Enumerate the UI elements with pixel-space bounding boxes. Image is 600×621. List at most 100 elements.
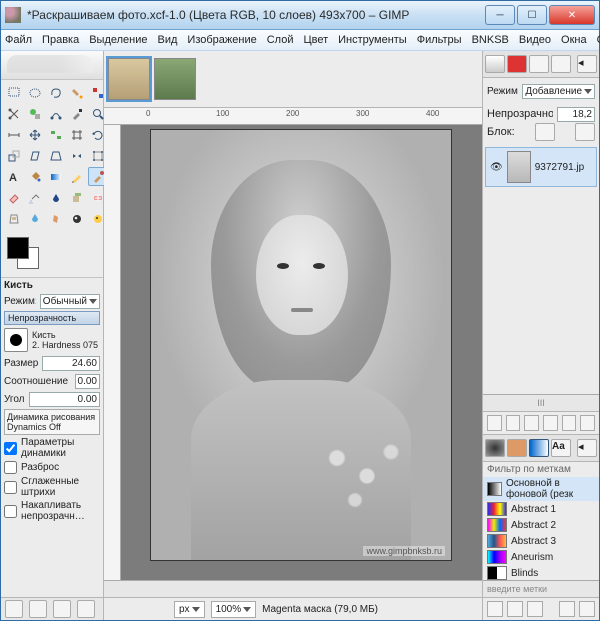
foreground-color[interactable] xyxy=(7,237,29,259)
menu-color[interactable]: Цвет xyxy=(303,34,328,46)
menu-file[interactable]: Файл xyxy=(5,34,32,46)
jitter-checkbox[interactable] xyxy=(4,461,17,474)
image-tab-1[interactable] xyxy=(108,58,150,100)
dynamics-params-checkbox[interactable] xyxy=(4,442,17,455)
title-bar[interactable]: *Раскрашиваем фото.xcf-1.0 (Цвета RGB, 1… xyxy=(1,1,599,30)
text-tool[interactable]: A xyxy=(4,167,23,186)
menu-filters[interactable]: Фильтры xyxy=(417,34,462,46)
dynamics-value[interactable]: Dynamics Off xyxy=(7,422,97,432)
image-tab-2[interactable] xyxy=(154,58,196,100)
grad-dup-icon[interactable] xyxy=(527,601,543,617)
panel-menu-icon[interactable]: ◂ xyxy=(577,55,597,73)
brushes-tab-icon[interactable] xyxy=(485,439,505,457)
menu-select[interactable]: Выделение xyxy=(89,34,147,46)
menu-help[interactable]: Справка xyxy=(597,34,600,46)
layer-delete-icon[interactable] xyxy=(580,415,595,431)
smudge-tool[interactable] xyxy=(46,209,65,228)
rect-select-tool[interactable] xyxy=(4,83,23,102)
brush-preview[interactable] xyxy=(4,328,28,352)
gradient-filter-label[interactable]: Фильтр по меткам xyxy=(483,462,599,477)
layer-anchor-icon[interactable] xyxy=(562,415,577,431)
blur-sharpen-tool[interactable] xyxy=(25,209,44,228)
gradient-item[interactable]: Abstract 3 xyxy=(483,533,599,549)
move-tool[interactable] xyxy=(25,125,44,144)
perspective-clone-tool[interactable] xyxy=(4,209,23,228)
fonts-tab-icon[interactable]: Aa xyxy=(551,439,571,457)
patterns-tab-icon[interactable] xyxy=(507,439,527,457)
paths-tab-icon[interactable] xyxy=(529,55,549,73)
gradient-item[interactable]: Abstract 2 xyxy=(483,517,599,533)
crop-tool[interactable] xyxy=(67,125,86,144)
size-input[interactable]: 24.60 xyxy=(42,356,100,371)
layer-visible-icon[interactable]: 👁 xyxy=(490,162,503,173)
layers-tab-icon[interactable] xyxy=(485,55,505,73)
layer-row[interactable]: 👁 9372791.jp xyxy=(485,147,597,187)
zoom-select[interactable]: 100% xyxy=(211,601,257,618)
canvas-scrollbar-h[interactable] xyxy=(104,580,482,597)
measure-tool[interactable] xyxy=(4,125,23,144)
free-select-tool[interactable] xyxy=(46,83,65,102)
ruler-horizontal[interactable]: 0 100 200 300 400 xyxy=(104,108,482,125)
flip-tool[interactable] xyxy=(67,146,86,165)
fuzzy-select-tool[interactable] xyxy=(67,83,86,102)
layer-thumbnail[interactable] xyxy=(507,151,531,183)
gradient-item[interactable]: Abstract 1 xyxy=(483,501,599,517)
align-tool[interactable] xyxy=(46,125,65,144)
menu-video[interactable]: Видео xyxy=(519,34,551,46)
lock-alpha-icon[interactable] xyxy=(575,123,595,141)
angle-input[interactable]: 0.00 xyxy=(29,392,100,407)
color-picker-tool[interactable] xyxy=(67,104,86,123)
layer-duplicate-icon[interactable] xyxy=(543,415,558,431)
menu-edit[interactable]: Правка xyxy=(42,34,79,46)
channels-tab-icon[interactable] xyxy=(507,55,527,73)
tool-delete-icon[interactable] xyxy=(53,600,71,618)
tool-save-icon[interactable] xyxy=(5,600,23,618)
opacity-slider[interactable]: Непрозрачность xyxy=(4,311,100,325)
layer-mode-select[interactable]: Добавление xyxy=(522,84,595,99)
bucket-fill-tool[interactable] xyxy=(25,167,44,186)
grad-refresh-icon[interactable] xyxy=(559,601,575,617)
grad-delete-icon[interactable] xyxy=(579,601,595,617)
layer-new-icon[interactable] xyxy=(487,415,502,431)
undo-tab-icon[interactable] xyxy=(551,55,571,73)
minimize-button[interactable]: ─ xyxy=(485,5,515,25)
layers-scrollbar[interactable]: III xyxy=(483,394,599,411)
layer-opacity-value[interactable]: 18,2 xyxy=(557,107,595,122)
scale-tool[interactable] xyxy=(4,146,23,165)
pencil-tool[interactable] xyxy=(67,167,86,186)
ruler-vertical[interactable] xyxy=(104,125,121,580)
scissors-tool[interactable] xyxy=(4,104,23,123)
clone-tool[interactable] xyxy=(67,188,86,207)
menu-tools[interactable]: Инструменты xyxy=(338,34,407,46)
airbrush-tool[interactable] xyxy=(25,188,44,207)
smooth-stroke-checkbox[interactable] xyxy=(4,481,17,494)
menu-bnksb[interactable]: BNKSB xyxy=(472,34,509,46)
layer-name[interactable]: 9372791.jp xyxy=(535,162,585,173)
eraser-tool[interactable] xyxy=(4,188,23,207)
menu-image[interactable]: Изображение xyxy=(187,34,256,46)
layer-down-icon[interactable] xyxy=(524,415,539,431)
foreground-select-tool[interactable] xyxy=(25,104,44,123)
shear-tool[interactable] xyxy=(25,146,44,165)
lock-pixels-icon[interactable] xyxy=(535,123,555,141)
ratio-input[interactable]: 0.00 xyxy=(75,374,100,389)
mode-select[interactable]: Обычный xyxy=(40,294,100,309)
gradient-status[interactable]: введите метки xyxy=(483,580,599,597)
dodge-burn-tool[interactable] xyxy=(67,209,86,228)
tool-restore-icon[interactable] xyxy=(29,600,47,618)
gradient-item[interactable]: Основной в фоновой (резк xyxy=(483,477,599,501)
unit-select[interactable]: px xyxy=(174,601,205,618)
paths-tool[interactable] xyxy=(46,104,65,123)
tool-reset-icon[interactable] xyxy=(77,600,95,618)
close-button[interactable]: ✕ xyxy=(549,5,595,25)
grad-panel-menu-icon[interactable]: ◂ xyxy=(577,439,597,457)
fg-bg-swatches[interactable] xyxy=(5,235,99,273)
maximize-button[interactable]: ☐ xyxy=(517,5,547,25)
ellipse-select-tool[interactable] xyxy=(25,83,44,102)
perspective-tool[interactable] xyxy=(46,146,65,165)
gradient-item[interactable]: Blinds xyxy=(483,565,599,580)
blend-tool[interactable] xyxy=(46,167,65,186)
gradient-item[interactable]: Aneurism xyxy=(483,549,599,565)
incremental-checkbox[interactable] xyxy=(4,505,17,518)
menu-layer[interactable]: Слой xyxy=(267,34,294,46)
